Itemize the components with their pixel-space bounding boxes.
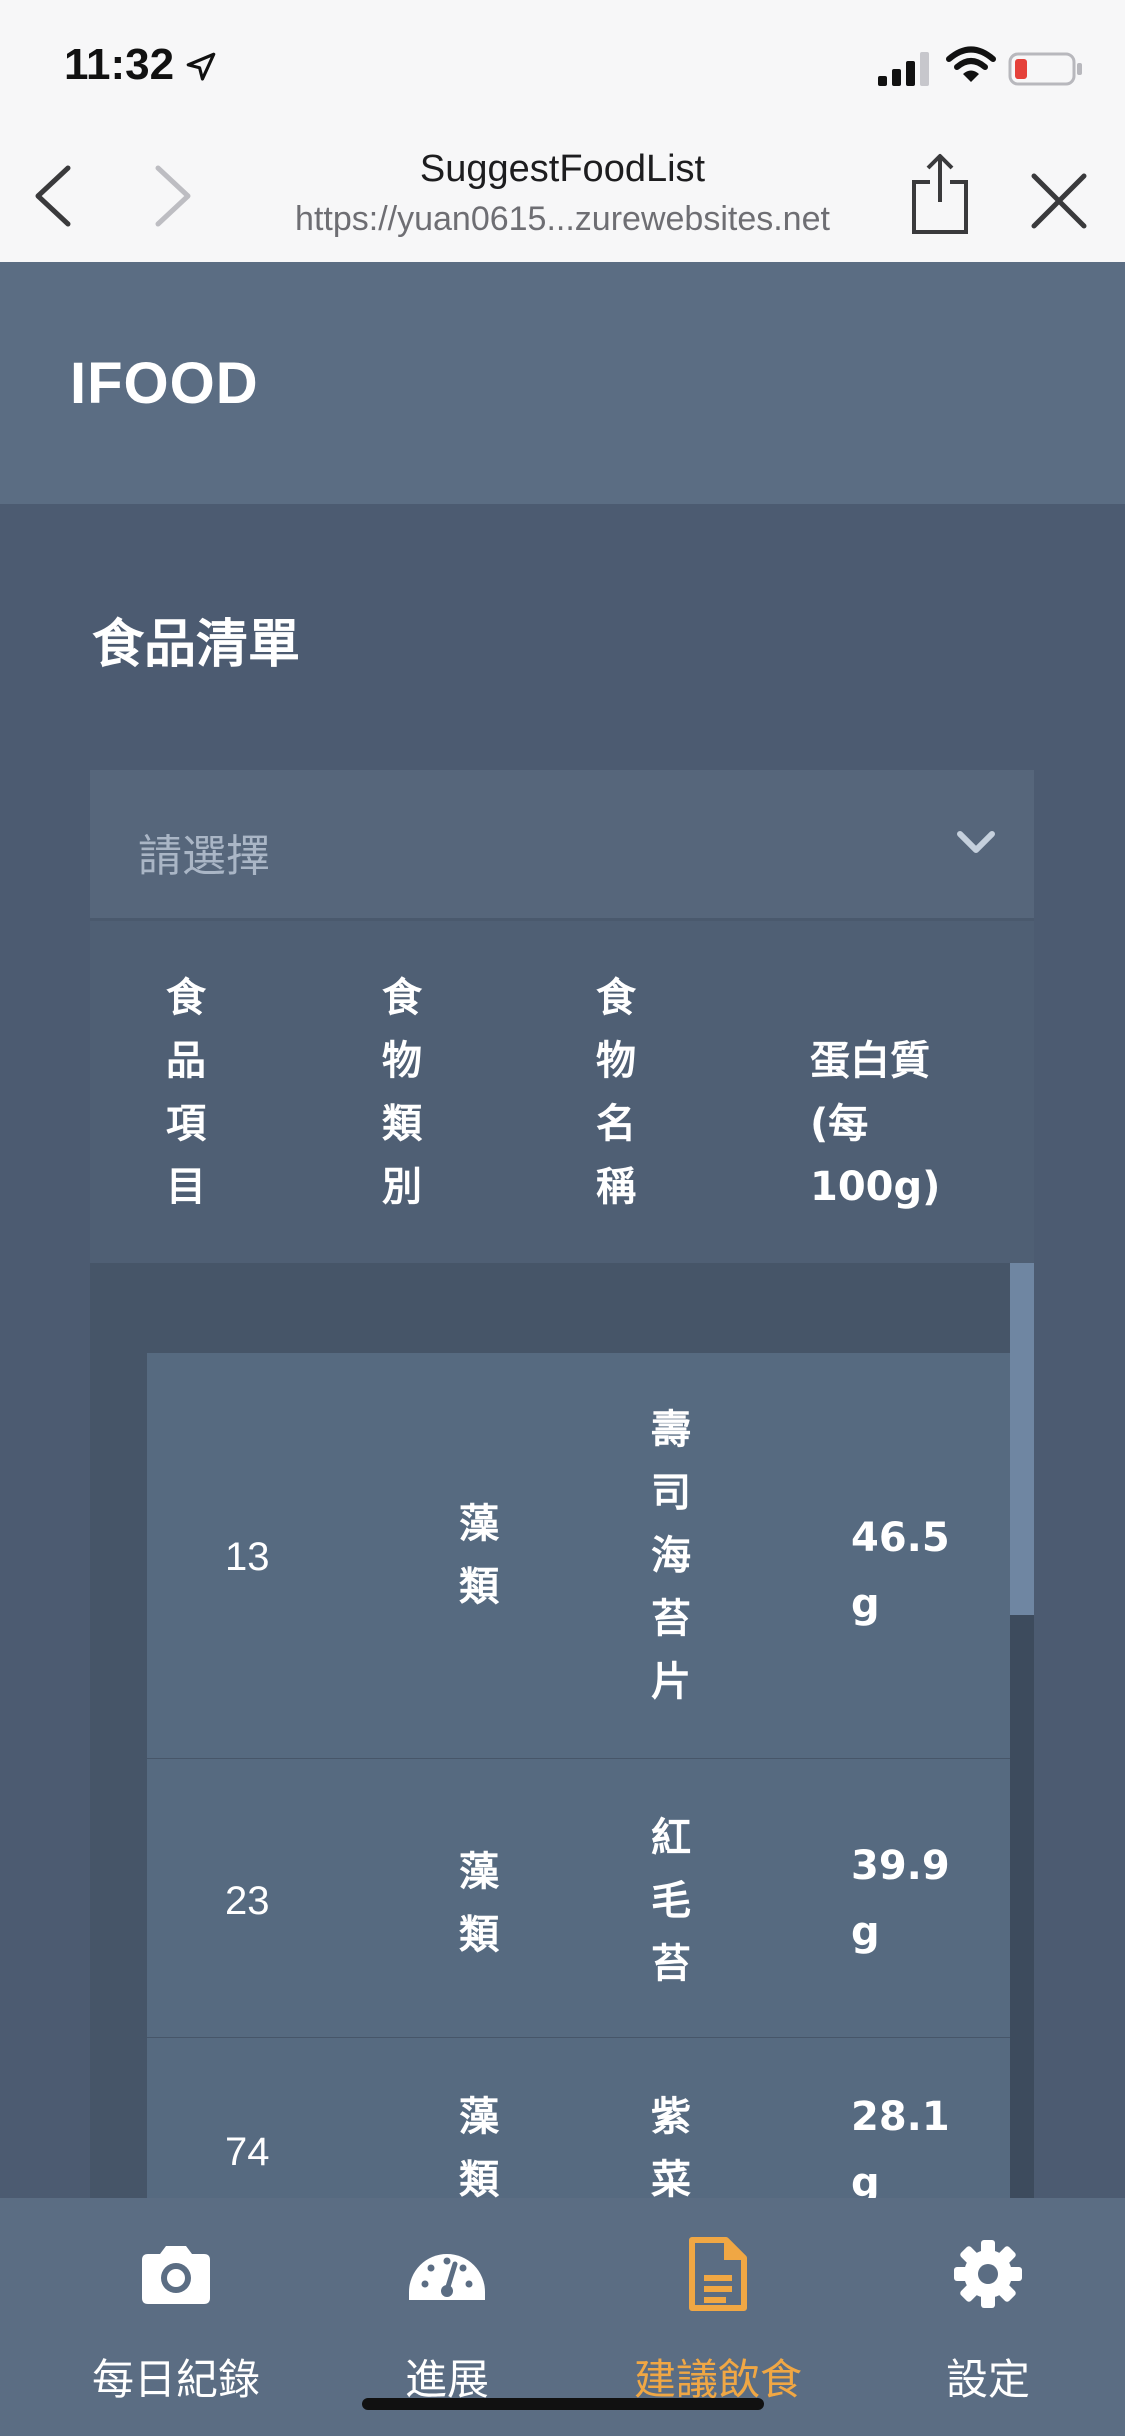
battery-low-icon (1008, 52, 1082, 86)
cell-item-no: 74 (225, 2130, 270, 2174)
browser-chrome: 11:32 SuggestFoodList https://yuan0615..… (0, 0, 1125, 262)
header-food-name: 食 物 名 稱 (596, 975, 636, 1210)
close-icon[interactable] (1030, 172, 1088, 230)
header-category: 食 物 類 別 (382, 975, 422, 1210)
nav-label: 設定 (945, 2355, 1030, 2404)
wifi-icon (946, 46, 996, 82)
select-placeholder: 請選擇 (138, 831, 270, 882)
cell-protein: 46.5 g (851, 1515, 950, 1627)
cell-food-name: 紫 菜 (651, 2094, 691, 2198)
gauge-icon (409, 2254, 485, 2300)
header-protein: 蛋白質 (每 100g) (810, 1038, 941, 1210)
cell-category: 藻 類 (459, 2094, 499, 2198)
cellular-signal-icon (878, 52, 929, 86)
nav-item-daily-record[interactable]: 每日紀錄 (36, 2198, 316, 2436)
cell-food-name: 紅 毛 苔 (651, 1815, 691, 1987)
home-indicator (362, 2398, 764, 2410)
table-row[interactable]: 23 藻 類 紅 毛 苔 39.9 g (147, 1759, 1010, 2040)
share-icon[interactable] (908, 150, 972, 236)
status-time: 11:32 (64, 40, 175, 89)
header-item-no: 食 品 項 目 (166, 975, 206, 1210)
chevron-down-icon (957, 831, 995, 853)
scrollbar-thumb[interactable] (1010, 1263, 1034, 1615)
nav-item-settings[interactable]: 設定 (848, 2198, 1125, 2436)
app-brand[interactable]: IFOOD (70, 350, 259, 417)
cell-protein: 28.1 g (851, 2094, 950, 2198)
table-header: 食 品 項 目 食 物 類 別 食 物 名 稱 蛋白質 (每 100g) (90, 921, 1034, 1263)
location-arrow-icon (186, 52, 216, 81)
table-scrollbar[interactable] (1010, 1263, 1034, 2198)
document-icon (689, 2237, 747, 2311)
app-header: IFOOD (0, 262, 1125, 504)
cell-item-no: 13 (225, 1535, 270, 1579)
cell-item-no: 23 (225, 1879, 270, 1923)
page-title: 食品清單 (92, 615, 301, 675)
cell-protein: 39.9 g (851, 1843, 950, 1955)
gear-icon (954, 2240, 1022, 2308)
table-row[interactable]: 13 藻 類 壽 司 海 苔 片 46.5 g (147, 1353, 1010, 1761)
cell-category: 藻 類 (459, 1501, 499, 1610)
camera-icon (142, 2246, 210, 2304)
cell-category: 藻 類 (459, 1849, 499, 1958)
table-row[interactable]: 74 藻 類 紫 菜 28.1 g (147, 2038, 1010, 2198)
category-select[interactable]: 請選擇 (90, 770, 1034, 921)
table-body[interactable]: 13 藻 類 壽 司 海 苔 片 46.5 g 23 藻 類 紅 毛 苔 39.… (90, 1263, 1034, 2198)
cell-food-name: 壽 司 海 苔 片 (651, 1407, 691, 1705)
nav-label: 每日紀錄 (91, 2355, 260, 2404)
